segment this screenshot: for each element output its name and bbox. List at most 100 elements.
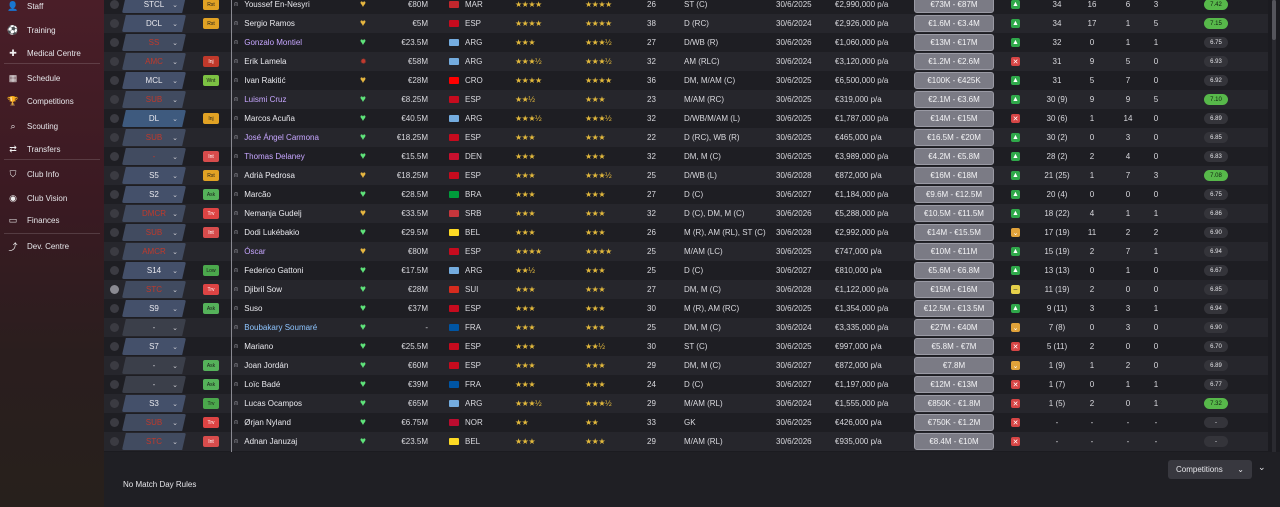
status-badge[interactable]: Trv <box>203 398 219 409</box>
asking-price-button[interactable]: €9.6M - €12.5M <box>914 186 994 203</box>
asking-price-button[interactable]: €73M - €87M <box>914 0 994 13</box>
role-selector[interactable]: AMC ⌄ <box>122 53 186 70</box>
asking-price-button[interactable]: €850K - €1.8M <box>914 395 994 412</box>
status-badge[interactable]: Int <box>203 436 219 447</box>
asking-price-button[interactable]: €1.2M - €2.6M <box>914 53 994 70</box>
table-row[interactable]: - ⌄ ⍝ Boubakary Soumaré ♥ - FRA ★★★ ★★★ 25 DM, M … <box>104 318 1268 337</box>
row-select-checkbox[interactable] <box>110 380 119 389</box>
player-name-link[interactable]: ⍝ Suso <box>234 299 262 318</box>
asking-price-button[interactable]: €16M - €18M <box>914 167 994 184</box>
sidebar-item-dev-centre[interactable]: ⤴ Dev. Centre <box>0 236 104 256</box>
role-selector[interactable]: S14 ⌄ <box>122 262 186 279</box>
table-row[interactable]: - ⌄ Ask ⍝ Loïc Badé ♥ €39M FRA ★★★ ★★★ 24 D (C) 30/… <box>104 375 1268 394</box>
player-name-link[interactable]: ⍝ Lucas Ocampos <box>234 394 302 413</box>
table-row[interactable]: AMCR ⌄ ⍝ Óscar ♥ €80M ESP ★★★★ ★★★★ 25 M/AM (LC) 3… <box>104 242 1268 261</box>
table-row[interactable]: DMCR ⌄ Trv ⍝ Nemanja Gudelj ♥ €33.5M SRB ★★★ ★★★… <box>104 204 1268 223</box>
asking-price-button[interactable]: €10.5M - €11.5M <box>914 205 994 222</box>
asking-price-button[interactable]: €7.8M <box>914 357 994 374</box>
asking-price-button[interactable]: €1.6M - €3.4M <box>914 15 994 32</box>
asking-price-button[interactable]: €5.6M - €6.8M <box>914 262 994 279</box>
asking-price-button[interactable]: €4.2M - €5.8M <box>914 148 994 165</box>
player-name-link[interactable]: ⍝ Federico Gattoni <box>234 261 303 280</box>
table-row[interactable]: DL ⌄ Inj ⍝ Marcos Acuña ♥ €40.5M ARG ★★★½ ★★★½ 32… <box>104 109 1268 128</box>
table-row[interactable]: SUB ⌄ Trv ⍝ Ørjan Nyland ♥ €6.75M NOR ★★ ★★ 33 GK 3… <box>104 413 1268 432</box>
sidebar-item-transfers[interactable]: ⇄ Transfers <box>0 139 104 159</box>
status-badge[interactable]: Trv <box>203 208 219 219</box>
asking-price-button[interactable]: €10M - €11M <box>914 243 994 260</box>
role-selector[interactable]: - ⌄ <box>122 376 186 393</box>
player-name-link[interactable]: ⍝ Erik Lamela <box>234 52 286 71</box>
asking-price-button[interactable]: €5.8M - €7M <box>914 338 994 355</box>
table-row[interactable]: STCL ⌄ Rst ⍝ Youssef En-Nesyri ♥ €80M MAR ★★★★ ★… <box>104 0 1268 14</box>
status-badge[interactable]: Int <box>203 227 219 238</box>
row-select-checkbox[interactable] <box>110 57 119 66</box>
role-selector[interactable]: DCL ⌄ <box>122 15 186 32</box>
player-name-link[interactable]: ⍝ Thomas Delaney <box>234 147 305 166</box>
player-name-link[interactable]: ⍝ Marcos Acuña <box>234 109 295 128</box>
table-row[interactable]: SUB ⌄ ⍝ Luismi Cruz ♥ €8.25M ESP ★★½ ★★★ 23 M/AM … <box>104 90 1268 109</box>
status-badge[interactable]: Rst <box>203 18 219 29</box>
status-badge[interactable]: Int <box>203 151 219 162</box>
table-row[interactable]: S7 ⌄ ⍝ Mariano ♥ €25.5M ESP ★★★ ★★½ 30 ST (C) 30/6… <box>104 337 1268 356</box>
row-select-checkbox[interactable] <box>110 152 119 161</box>
status-badge[interactable]: Wnt <box>203 75 219 86</box>
sidebar-item-medical-centre[interactable]: ✚ Medical Centre <box>0 43 104 63</box>
status-badge[interactable]: Inj <box>203 56 219 67</box>
row-select-checkbox[interactable] <box>110 399 119 408</box>
asking-price-button[interactable]: €12.5M - €13.5M <box>914 300 994 317</box>
row-select-checkbox[interactable] <box>110 247 119 256</box>
role-selector[interactable]: S3 ⌄ <box>122 395 186 412</box>
row-select-checkbox[interactable] <box>110 228 119 237</box>
role-selector[interactable]: DMCR ⌄ <box>122 205 186 222</box>
asking-price-button[interactable]: €27M - €40M <box>914 319 994 336</box>
sidebar-item-staff[interactable]: 👤 Staff <box>0 0 104 16</box>
table-row[interactable]: S2 ⌄ Ask ⍝ Marcão ♥ €28.5M BRA ★★★ ★★★ 27 D (C) 30/… <box>104 185 1268 204</box>
role-selector[interactable]: MCL ⌄ <box>122 72 186 89</box>
sidebar-item-club-info[interactable]: ⛉ Club Info <box>0 164 104 184</box>
player-name-link[interactable]: ⍝ Luismi Cruz <box>234 90 286 109</box>
sidebar-item-schedule[interactable]: ▦ Schedule <box>0 68 104 88</box>
row-select-checkbox[interactable] <box>110 0 119 9</box>
asking-price-button[interactable]: €14M - €15.5M <box>914 224 994 241</box>
sidebar-item-training[interactable]: ⚽ Training <box>0 20 104 40</box>
table-row[interactable]: AMC ⌄ Inj ⍝ Erik Lamela ✹ €58M ARG ★★★½ ★★★½ 32 AM… <box>104 52 1268 71</box>
row-select-checkbox[interactable] <box>110 171 119 180</box>
table-row[interactable]: S9 ⌄ Ask ⍝ Suso ♥ €37M ESP ★★★ ★★★ 30 M (R), AM (R… <box>104 299 1268 318</box>
row-select-checkbox[interactable] <box>110 95 119 104</box>
status-badge[interactable]: Rst <box>203 0 219 10</box>
table-row[interactable]: S5 ⌄ Rst ⍝ Adrià Pedrosa ♥ €18.25M ESP ★★★ ★★★½ 2… <box>104 166 1268 185</box>
sidebar-item-scouting[interactable]: ⌕ Scouting <box>0 116 104 136</box>
role-selector[interactable]: SS ⌄ <box>122 34 186 51</box>
expand-chevron-icon[interactable]: ⌄ <box>1258 462 1266 473</box>
role-selector[interactable]: STCL ⌄ <box>122 0 186 13</box>
table-row[interactable]: STC ⌄ Int ⍝ Adnan Januzaj ♥ €23.5M BEL ★★★ ★★★ 29… <box>104 432 1268 451</box>
table-row[interactable]: S14 ⌄ Low ⍝ Federico Gattoni ♥ €17.5M ARG ★★½ ★★… <box>104 261 1268 280</box>
player-name-link[interactable]: ⍝ Joan Jordán <box>234 356 288 375</box>
status-badge[interactable]: Ask <box>203 360 219 371</box>
table-row[interactable]: - ⌄ Ask ⍝ Joan Jordán ♥ €60M ESP ★★★ ★★★ 29 DM, M … <box>104 356 1268 375</box>
player-name-link[interactable]: ⍝ Gonzalo Montiel <box>234 33 302 52</box>
role-selector[interactable]: DL ⌄ <box>122 110 186 127</box>
asking-price-button[interactable]: €15M - €16M <box>914 281 994 298</box>
table-row[interactable]: DCL ⌄ Rst ⍝ Sergio Ramos ♥ €5M ESP ★★★★ ★★★★ 38 D … <box>104 14 1268 33</box>
player-name-link[interactable]: ⍝ Óscar <box>234 242 266 261</box>
row-select-checkbox[interactable] <box>110 437 119 446</box>
asking-price-button[interactable]: €14M - €15M <box>914 110 994 127</box>
row-select-checkbox[interactable] <box>110 266 119 275</box>
table-row[interactable]: - ⌄ Int ⍝ Thomas Delaney ♥ €15.5M DEN ★★★ ★★★ 32 D… <box>104 147 1268 166</box>
row-select-checkbox[interactable] <box>110 190 119 199</box>
table-row[interactable]: S3 ⌄ Trv ⍝ Lucas Ocampos ♥ €65M ARG ★★★½ ★★★½ 29 M… <box>104 394 1268 413</box>
row-select-checkbox[interactable] <box>110 285 119 294</box>
sidebar-item-club-vision[interactable]: ◉ Club Vision <box>0 188 104 208</box>
role-selector[interactable]: S9 ⌄ <box>122 300 186 317</box>
role-selector[interactable]: SUB ⌄ <box>122 414 186 431</box>
player-name-link[interactable]: ⍝ Mariano <box>234 337 273 356</box>
player-name-link[interactable]: ⍝ Youssef En-Nesyri <box>234 0 310 14</box>
table-row[interactable]: STC ⌄ Trv ⍝ Djibril Sow ♥ €28M SUI ★★★ ★★★ 27 DM, … <box>104 280 1268 299</box>
row-select-checkbox[interactable] <box>110 342 119 351</box>
row-select-checkbox[interactable] <box>110 209 119 218</box>
status-badge[interactable]: Ask <box>203 303 219 314</box>
table-row[interactable]: SUB ⌄ ⍝ José Ángel Carmona ♥ €18.25M ESP ★★★ ★★… <box>104 128 1268 147</box>
player-name-link[interactable]: ⍝ Djibril Sow <box>234 280 282 299</box>
player-name-link[interactable]: ⍝ Ivan Rakitić <box>234 71 286 90</box>
